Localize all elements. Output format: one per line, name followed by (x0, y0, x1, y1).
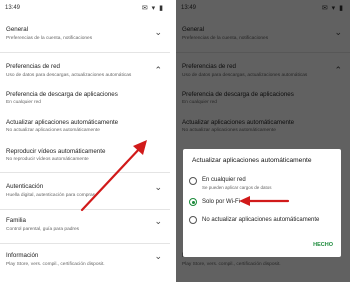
annotation-arrow-right (239, 196, 290, 206)
settings-screen-right: 13:49 ✉ ▾ ▮ General Preferencias de la c… (176, 0, 350, 282)
settings-screen-left: 13:49 ✉ ▾ ▮ General Preferencias de la c… (0, 0, 170, 282)
annotation-arrow-left (80, 140, 147, 212)
